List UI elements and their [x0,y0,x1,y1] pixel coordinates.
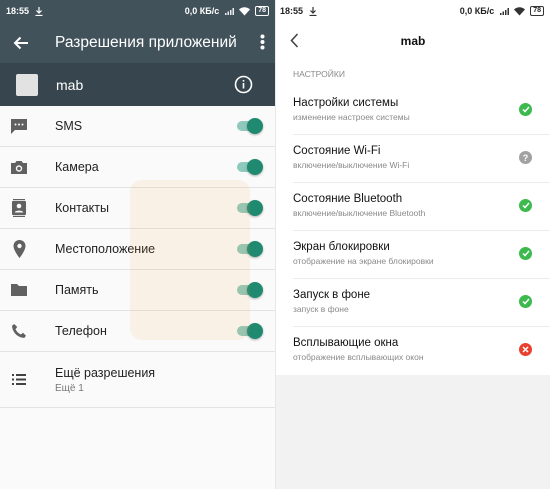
setting-subtitle: отображение всплывающих окон [293,352,424,362]
phone-icon [12,324,26,338]
more-permissions-label: Ещё разрешения [55,365,156,380]
status-time: 18:55 [280,6,304,16]
setting-subtitle: включение/выключение Bluetooth [293,208,426,218]
watermark [130,180,250,340]
list-icon [12,374,26,385]
check-icon [519,295,532,308]
setting-subtitle: отображение на экране блокировки [293,256,434,266]
folder-icon [11,284,27,296]
app-name: mab [56,76,84,93]
location-icon [13,240,25,258]
section-header: НАСТРОЙКИ [293,69,345,79]
setting-title: Состояние Bluetooth [293,193,403,205]
battery-icon: 78 [530,6,544,16]
setting-row-wifi-state[interactable]: Состояние Wi-Fi включение/выключение Wi-… [293,135,550,183]
wifi-icon [239,6,251,15]
download-icon [309,6,317,16]
setting-title: Запуск в фоне [293,289,371,301]
more-permissions-row[interactable]: Ещё разрешения Ещё 1 [0,352,275,408]
empty-area [276,375,550,489]
setting-title: Настройки системы [293,97,399,109]
arrow-back-icon [13,36,28,49]
app-header-row: mab [0,63,275,106]
sms-icon [11,118,27,134]
setting-row-background-start[interactable]: Запуск в фоне запуск в фоне [293,279,550,327]
check-icon [519,199,532,212]
close-icon [519,343,532,356]
permission-label: Телефон [55,324,107,338]
app-settings-screen: 18:55 0,0 КБ/с 78 mab НАСТРОЙКИ Настройк… [276,0,550,489]
setting-title: Экран блокировки [293,241,390,253]
setting-subtitle: запуск в фоне [293,304,349,314]
permission-label: Камера [55,160,99,174]
setting-row-bluetooth-state[interactable]: Состояние Bluetooth включение/выключение… [293,183,550,231]
permission-row-sms[interactable]: SMS [0,106,275,147]
chevron-left-icon[interactable] [290,33,299,48]
setting-row-system-settings[interactable]: Настройки системы изменение настроек сис… [293,87,550,135]
permission-toggle[interactable] [235,159,263,175]
more-options-icon[interactable] [260,34,265,50]
permission-label: SMS [55,119,83,133]
info-icon[interactable] [234,75,253,94]
app-permissions-screen: 18:55 0,0 КБ/с 78 Разрешения приложений … [0,0,275,489]
page-title: Разрешения приложений [55,33,237,51]
question-icon: ? [519,151,532,164]
header: mab [276,22,550,60]
status-net-speed: 0,0 КБ/с [459,6,495,16]
back-button[interactable] [0,36,42,50]
wifi-icon [514,6,526,15]
download-icon [35,6,43,16]
settings-list: Настройки системы изменение настроек сис… [276,87,550,375]
battery-icon: 78 [255,6,269,16]
status-net-speed: 0,0 КБ/с [184,6,220,16]
setting-title: Состояние Wi-Fi [293,145,381,157]
setting-row-lock-screen[interactable]: Экран блокировки отображение на экране б… [293,231,550,279]
more-permissions-count: Ещё 1 [55,382,84,394]
check-icon [519,103,532,116]
check-icon [519,247,532,260]
setting-title: Всплывающие окна [293,337,399,349]
app-icon [16,73,38,96]
toolbar: Разрешения приложений [0,22,275,63]
status-bar: 18:55 0,0 КБ/с 78 [276,0,550,22]
setting-subtitle: включение/выключение Wi-Fi [293,160,410,170]
permission-toggle[interactable] [235,118,263,134]
status-bar: 18:55 0,0 КБ/с 78 [0,0,275,22]
permission-label: Контакты [55,201,109,215]
page-title: mab [400,34,426,48]
contacts-icon [12,199,26,217]
signal-icon [225,7,235,15]
camera-icon [11,160,27,174]
signal-icon [500,7,510,15]
permission-label: Память [55,283,99,297]
setting-row-popup-windows[interactable]: Всплывающие окна отображение всплывающих… [293,327,550,375]
status-time: 18:55 [6,6,30,16]
setting-subtitle: изменение настроек системы [293,112,410,122]
